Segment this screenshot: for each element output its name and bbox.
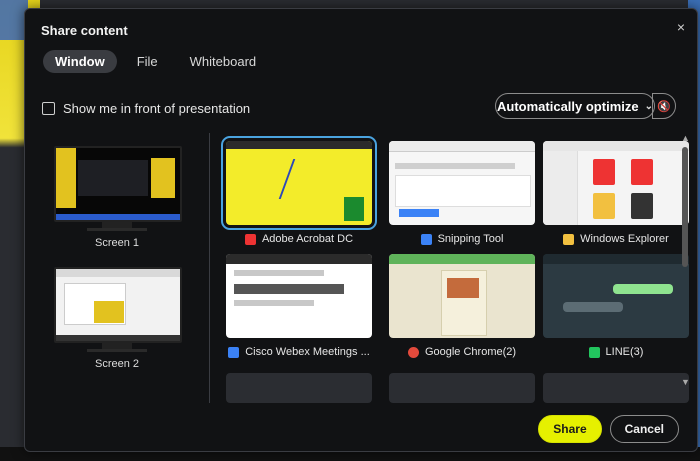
window-label: Google Chrome(2) — [424, 346, 517, 358]
footer-actions: Share Cancel — [538, 415, 679, 443]
folder-icon — [563, 233, 575, 245]
tab-file[interactable]: File — [125, 50, 170, 73]
snipping-tool-thumbnail — [389, 141, 535, 225]
window-partial-1[interactable] — [226, 373, 372, 403]
audio-mute-button[interactable]: 🔇 — [652, 93, 676, 119]
window-cisco-webex[interactable]: Cisco Webex Meetings ... — [226, 254, 372, 358]
webex-icon — [228, 346, 240, 358]
window-google-chrome[interactable]: Google Chrome(2) — [389, 254, 535, 358]
window-label: Snipping Tool — [437, 233, 504, 245]
tab-whiteboard[interactable]: Whiteboard — [178, 50, 268, 73]
dialog-title: Share content — [41, 23, 128, 38]
window-label: Windows Explorer — [580, 233, 669, 245]
line-thumbnail — [543, 254, 689, 338]
window-label: Cisco Webex Meetings ... — [245, 346, 370, 358]
chrome-icon — [407, 346, 419, 358]
windows-explorer-thumbnail — [543, 141, 689, 225]
scrollbar-thumb[interactable] — [682, 147, 688, 267]
window-snipping-tool[interactable]: Snipping Tool — [389, 141, 535, 245]
show-me-label: Show me in front of presentation — [63, 101, 251, 116]
snipping-tool-icon — [420, 233, 432, 245]
window-list-scrollbar[interactable]: ▲ ▼ — [681, 133, 690, 405]
show-me-checkbox-row[interactable]: Show me in front of presentation — [42, 101, 250, 116]
window-windows-explorer[interactable]: Windows Explorer — [543, 141, 689, 245]
window-adobe-acrobat[interactable]: Adobe Acrobat DC — [221, 136, 377, 245]
window-label: Adobe Acrobat DC — [261, 233, 354, 245]
close-icon[interactable]: × — [677, 19, 685, 35]
window-partial-3[interactable] — [543, 373, 689, 403]
window-label: LINE(3) — [605, 346, 644, 358]
acrobat-icon — [244, 233, 256, 245]
google-chrome-thumbnail — [389, 254, 535, 338]
screen-1-label: Screen 1 — [94, 237, 140, 249]
screen-2-label: Screen 2 — [94, 358, 140, 370]
scroll-down-icon[interactable]: ▼ — [681, 377, 690, 387]
cancel-button[interactable]: Cancel — [609, 415, 679, 443]
tab-bar: Window File Whiteboard — [43, 50, 268, 73]
tab-window[interactable]: Window — [43, 50, 117, 73]
adobe-acrobat-thumbnail — [221, 136, 377, 230]
divider — [209, 133, 210, 403]
cisco-webex-thumbnail — [226, 254, 372, 338]
window-line[interactable]: LINE(3) — [543, 254, 689, 358]
scroll-up-icon[interactable]: ▲ — [681, 133, 690, 143]
share-button[interactable]: Share — [538, 415, 602, 443]
window-partial-2[interactable] — [389, 373, 535, 403]
screen-1-thumbnail — [54, 146, 182, 222]
screen-2-option[interactable]: Screen 2 — [54, 267, 182, 370]
line-icon — [588, 346, 600, 358]
optimize-label: Automatically optimize — [497, 98, 639, 114]
show-me-checkbox[interactable] — [42, 102, 55, 115]
speaker-mute-icon: 🔇 — [657, 100, 671, 113]
screen-2-thumbnail — [54, 267, 182, 343]
screen-1-option[interactable]: Screen 1 — [54, 146, 182, 249]
share-content-dialog: Share content × Window File Whiteboard S… — [24, 8, 698, 452]
optimize-dropdown[interactable]: Automatically optimize ⌄ — [495, 93, 655, 119]
